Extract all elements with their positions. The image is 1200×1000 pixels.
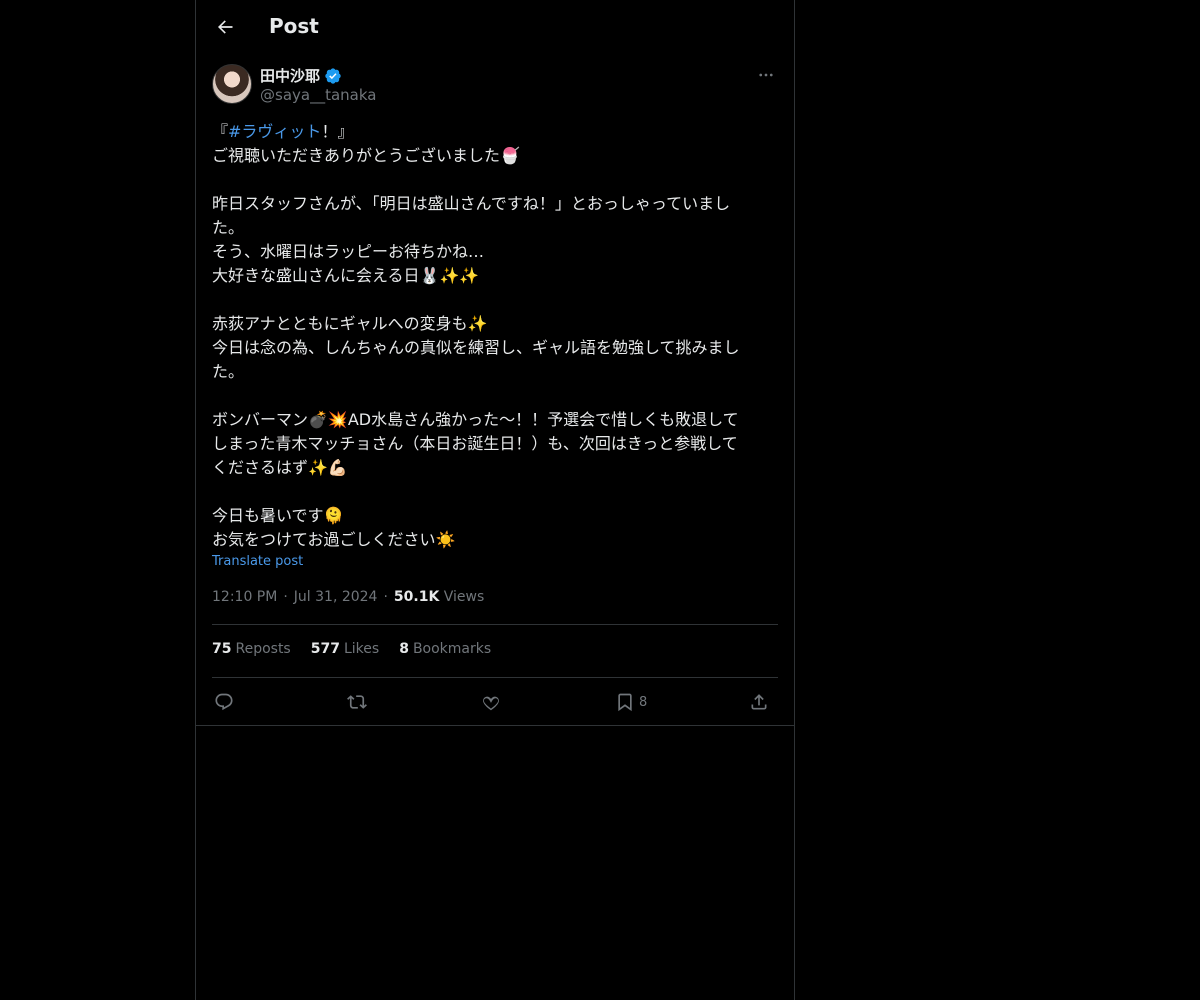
- author-handle[interactable]: @saya__tanaka: [260, 86, 376, 104]
- post-line: [212, 480, 778, 504]
- post-line-suffix: ！』: [321, 122, 354, 141]
- post-line: 赤荻アナとともにギャルへの変身も✨: [212, 314, 488, 333]
- bookmark-icon: [618, 693, 632, 712]
- post-date[interactable]: Jul 31, 2024: [294, 589, 378, 605]
- likes-count: 577: [310, 641, 340, 657]
- divider: [212, 624, 778, 625]
- share-icon: [751, 694, 767, 710]
- bookmarks-count: 8: [399, 641, 409, 657]
- author-name[interactable]: 田中沙耶: [260, 65, 320, 86]
- divider: [212, 677, 778, 678]
- post-line: 今日は念の為、しんちゃんの真似を練習し、ギャル語を勉強して挑みまし: [212, 338, 740, 357]
- page-title: Post: [269, 14, 319, 38]
- likes-stat[interactable]: 577 Likes: [311, 641, 379, 657]
- bookmarks-label: Bookmarks: [412, 641, 492, 657]
- repost-icon: [347, 695, 367, 709]
- meta-separator: ·: [383, 589, 388, 605]
- share-button[interactable]: [749, 687, 769, 717]
- more-button[interactable]: [754, 64, 778, 86]
- post-line: [212, 288, 778, 312]
- post-line: そう、水曜日はラッピーお待ちかね…: [212, 242, 485, 261]
- post-line: [212, 384, 778, 408]
- views-count: 50.1K: [393, 589, 440, 605]
- post-line: お気をつけてお過ごしください☀️: [212, 530, 456, 549]
- reposts-stat[interactable]: 75 Reposts: [212, 641, 291, 657]
- views-label: Views: [443, 589, 485, 605]
- author-name-row: 田中沙耶: [260, 65, 342, 86]
- post-line: た。: [212, 362, 245, 381]
- bookmark-count: 8: [639, 694, 648, 710]
- hashtag-link[interactable]: #ラヴィット: [228, 122, 321, 141]
- post-line: 『#ラヴィット！』: [212, 120, 778, 144]
- reply-icon: [215, 693, 233, 711]
- post-line-prefix: 『: [212, 122, 229, 141]
- translate-post-link[interactable]: Translate post: [212, 554, 303, 569]
- meta-separator: ·: [283, 589, 288, 605]
- post-line: [212, 168, 778, 192]
- bookmarks-stat[interactable]: 8 Bookmarks: [399, 641, 491, 657]
- reposts-label: Reposts: [235, 641, 291, 657]
- repost-button[interactable]: [347, 687, 367, 717]
- verified-badge-icon: [325, 67, 341, 84]
- reply-button[interactable]: [214, 687, 234, 717]
- action-bar: 8: [212, 687, 778, 717]
- post-line: しまった青木マッチョさん（本日お誕生日！）も、次回はきっと参戦して: [212, 434, 738, 453]
- avatar[interactable]: [212, 64, 252, 104]
- post-bottom-border: [196, 725, 794, 726]
- reposts-count: 75: [212, 641, 232, 657]
- post-line: ボンバーマン💣💥AD水島さん強かった〜！！予選会で惜しくも敗退して: [212, 410, 739, 429]
- post-line: た。: [212, 218, 245, 237]
- post-column: Post 田中沙耶 @saya__tanaka 『#ラヴィット！』 ご視聴いただ…: [195, 0, 795, 1000]
- post-line: 昨日スタッフさんが、「明日は盛山さんですね！」とおっしゃっていまし: [212, 194, 731, 213]
- back-arrow-icon: [218, 20, 233, 34]
- more-icon: [759, 73, 773, 77]
- top-bar: Post: [196, 0, 794, 53]
- likes-label: Likes: [343, 641, 380, 657]
- back-button[interactable]: [208, 10, 242, 44]
- bookmark-button[interactable]: 8: [615, 687, 647, 717]
- engagement-stats: 75 Reposts 577 Likes 8 Bookmarks: [212, 641, 491, 657]
- post-author: 田中沙耶 @saya__tanaka: [212, 64, 778, 108]
- post-line: ご視聴いただきありがとうございました🍧: [212, 146, 520, 165]
- post-line: 大好きな盛山さんに会える日🐰✨✨: [212, 266, 480, 285]
- post-line: 今日も暑いです🫠: [212, 506, 344, 525]
- post-text: 『#ラヴィット！』 ご視聴いただきありがとうございました🍧 昨日スタッフさんが、…: [212, 120, 778, 552]
- like-button[interactable]: [481, 687, 501, 717]
- post-line: くださるはず✨💪🏻: [212, 458, 348, 477]
- like-icon: [483, 696, 499, 711]
- post-time[interactable]: 12:10 PM: [212, 589, 277, 605]
- post-meta: 12:10 PM · Jul 31, 2024 · 50.1K Views: [212, 589, 484, 605]
